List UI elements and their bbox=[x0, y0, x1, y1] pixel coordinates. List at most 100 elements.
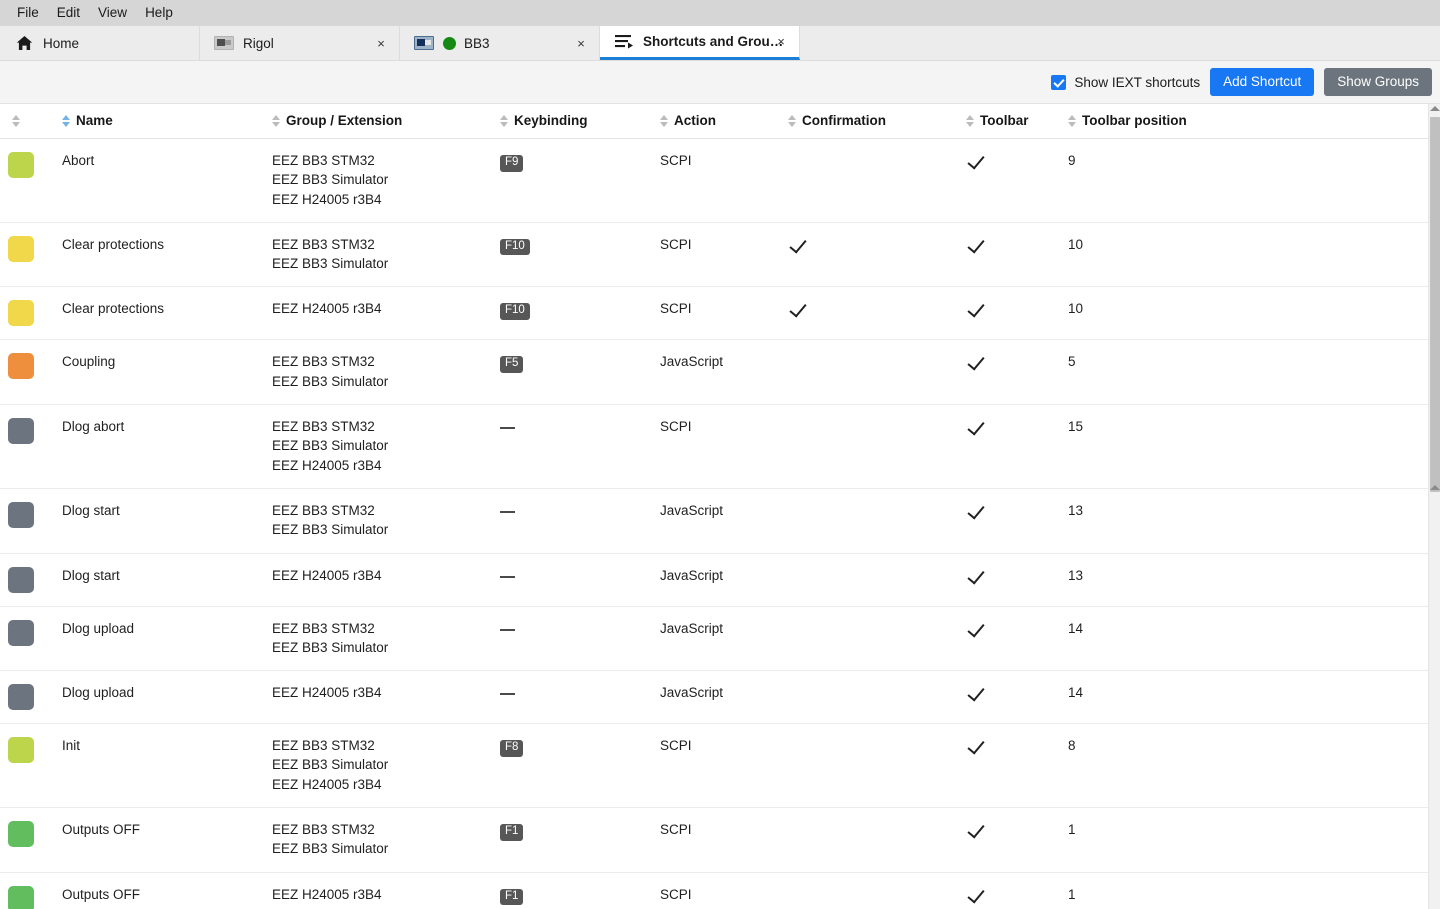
toolbar-cell bbox=[966, 222, 1068, 288]
sort-indicator-icon[interactable] bbox=[12, 114, 20, 127]
checkmark-icon bbox=[967, 566, 985, 585]
sort-indicator-icon[interactable] bbox=[62, 114, 70, 127]
vertical-scrollbar[interactable] bbox=[1428, 104, 1440, 909]
table-row[interactable]: Init EEZ BB3 STM32 EEZ BB3 Simulator EEZ H2… bbox=[0, 723, 1428, 809]
tab-rigol[interactable]: Rigol × bbox=[200, 26, 400, 60]
checkmark-icon bbox=[967, 683, 985, 702]
column-header-tb[interactable]: Toolbar bbox=[966, 104, 1068, 139]
toolbar-position-cell: 14 bbox=[1068, 670, 1428, 725]
table-row[interactable]: Clear protections EEZ BB3 STM32 EEZ BB3 Si… bbox=[0, 222, 1428, 288]
show-iext-shortcuts-checkbox[interactable]: Show IEXT shortcuts bbox=[1051, 74, 1200, 90]
menu-item-view[interactable]: View bbox=[89, 3, 136, 23]
toolbar-position-cell: 1 bbox=[1068, 807, 1428, 873]
table-row[interactable]: Dlog abort EEZ BB3 STM32 EEZ BB3 Simulator… bbox=[0, 404, 1428, 489]
checkbox-box[interactable] bbox=[1051, 74, 1067, 90]
column-header-tbpos[interactable]: Toolbar position bbox=[1068, 104, 1428, 139]
toolbar-cell bbox=[966, 807, 1068, 873]
scroll-up-arrow-icon[interactable] bbox=[1430, 106, 1440, 111]
group-extension-cell: EEZ BB3 STM32 EEZ BB3 Simulator bbox=[272, 807, 500, 873]
toolbar-position-cell: 9 bbox=[1068, 138, 1428, 223]
sort-indicator-icon[interactable] bbox=[966, 114, 974, 127]
close-icon[interactable]: × bbox=[573, 35, 589, 51]
toolbar-position-cell: 14 bbox=[1068, 606, 1428, 672]
shortcut-color-cell bbox=[0, 404, 62, 489]
column-header-group[interactable]: Group / Extension bbox=[272, 104, 500, 139]
add-shortcut-button[interactable]: Add Shortcut bbox=[1210, 67, 1315, 97]
column-header-key[interactable]: Keybinding bbox=[500, 104, 660, 139]
action-cell: SCPI bbox=[660, 723, 788, 809]
group-extension-item: EEZ BB3 Simulator bbox=[272, 256, 389, 272]
group-extension-item: EEZ BB3 Simulator bbox=[272, 841, 389, 857]
tab-home[interactable]: Home bbox=[0, 26, 200, 60]
toolbar-cell bbox=[966, 488, 1068, 554]
keybinding-cell: F1 bbox=[500, 872, 660, 909]
keybinding-none-dash-icon bbox=[500, 693, 515, 696]
checkmark-icon bbox=[967, 885, 985, 904]
sort-indicator-icon[interactable] bbox=[660, 114, 668, 127]
group-extension-item: EEZ BB3 Simulator bbox=[272, 172, 389, 188]
table-row[interactable]: Abort EEZ BB3 STM32 EEZ BB3 Simulator EEZ H… bbox=[0, 138, 1428, 223]
table-row[interactable]: Dlog start EEZ H24005 r3B4 JavaScript 13 bbox=[0, 553, 1428, 607]
group-extension-cell: EEZ H24005 r3B4 bbox=[272, 670, 500, 725]
confirmation-cell bbox=[788, 553, 966, 607]
close-icon[interactable]: × bbox=[773, 34, 789, 50]
group-extension-item: EEZ BB3 STM32 bbox=[272, 354, 375, 370]
color-swatch bbox=[8, 821, 34, 848]
shortcut-name-cell: Abort bbox=[62, 138, 272, 223]
column-header-label: Confirmation bbox=[802, 113, 886, 128]
column-header-conf[interactable]: Confirmation bbox=[788, 104, 966, 139]
group-extension-item: EEZ H24005 r3B4 bbox=[272, 457, 382, 473]
table-row[interactable]: Dlog upload EEZ BB3 STM32 EEZ BB3 Simulato… bbox=[0, 606, 1428, 672]
tab-label: BB3 bbox=[464, 35, 490, 51]
color-swatch bbox=[8, 300, 34, 327]
checkmark-icon bbox=[967, 619, 985, 638]
column-header-label: Group / Extension bbox=[286, 113, 403, 128]
column-header-color[interactable] bbox=[0, 104, 62, 139]
keybinding-badge: F10 bbox=[500, 238, 530, 256]
color-swatch bbox=[8, 619, 34, 646]
menu-item-file[interactable]: File bbox=[8, 3, 48, 23]
scrollbar-thumb[interactable] bbox=[1430, 117, 1440, 492]
toolbar-position-cell: 10 bbox=[1068, 286, 1428, 341]
checkmark-icon bbox=[789, 235, 807, 254]
checkmark-icon bbox=[967, 736, 985, 755]
menu-item-edit[interactable]: Edit bbox=[48, 3, 89, 23]
color-swatch bbox=[8, 501, 34, 528]
confirmation-cell bbox=[788, 339, 966, 406]
sort-indicator-icon[interactable] bbox=[500, 114, 508, 127]
table-row[interactable]: Clear protections EEZ H24005 r3B4 F10 SCPI 1… bbox=[0, 286, 1428, 341]
table-row[interactable]: Outputs OFF EEZ H24005 r3B4 F1 SCPI 1 bbox=[0, 872, 1428, 909]
show-groups-button[interactable]: Show Groups bbox=[1324, 67, 1432, 97]
group-extension-item: EEZ BB3 Simulator bbox=[272, 757, 389, 773]
sort-indicator-icon[interactable] bbox=[272, 114, 280, 127]
close-icon[interactable]: × bbox=[373, 35, 389, 51]
group-extension-cell: EEZ BB3 STM32 EEZ BB3 Simulator EEZ H24005… bbox=[272, 138, 500, 223]
column-header-action[interactable]: Action bbox=[660, 104, 788, 139]
table-row[interactable]: Dlog upload EEZ H24005 r3B4 JavaScript 14 bbox=[0, 670, 1428, 725]
group-extension-item: EEZ H24005 r3B4 bbox=[272, 776, 382, 792]
group-extension-item: EEZ BB3 STM32 bbox=[272, 620, 375, 636]
sort-indicator-icon[interactable] bbox=[788, 114, 796, 127]
shortcut-color-cell bbox=[0, 488, 62, 554]
menu-item-help[interactable]: Help bbox=[136, 3, 182, 23]
keybinding-none-dash-icon bbox=[500, 575, 515, 578]
color-swatch bbox=[8, 418, 34, 445]
table-row[interactable]: Coupling EEZ BB3 STM32 EEZ BB3 Simulator F5… bbox=[0, 339, 1428, 406]
tab-shortcuts-and-groups[interactable]: Shortcuts and Groups × bbox=[600, 26, 800, 60]
shortcut-color-cell bbox=[0, 339, 62, 406]
shortcut-name-cell: Outputs OFF bbox=[62, 872, 272, 909]
sort-indicator-icon[interactable] bbox=[1068, 114, 1076, 127]
tab-bb3[interactable]: BB3 × bbox=[400, 26, 600, 60]
column-header-name[interactable]: Name bbox=[62, 104, 272, 139]
shortcut-name-cell: Clear protections bbox=[62, 286, 272, 341]
checkmark-icon bbox=[967, 299, 985, 319]
shortcut-name-cell: Coupling bbox=[62, 339, 272, 406]
keybinding-cell: F8 bbox=[500, 723, 660, 809]
table-row[interactable]: Outputs OFF EEZ BB3 STM32 EEZ BB3 Simulato… bbox=[0, 807, 1428, 873]
shortcut-name-cell: Dlog upload bbox=[62, 606, 272, 672]
group-extension-item: EEZ BB3 Simulator bbox=[272, 522, 389, 538]
table-row[interactable]: Dlog start EEZ BB3 STM32 EEZ BB3 Simulator… bbox=[0, 488, 1428, 554]
color-swatch bbox=[8, 235, 34, 262]
action-cell: SCPI bbox=[660, 138, 788, 223]
group-extension-cell: EEZ H24005 r3B4 bbox=[272, 553, 500, 607]
